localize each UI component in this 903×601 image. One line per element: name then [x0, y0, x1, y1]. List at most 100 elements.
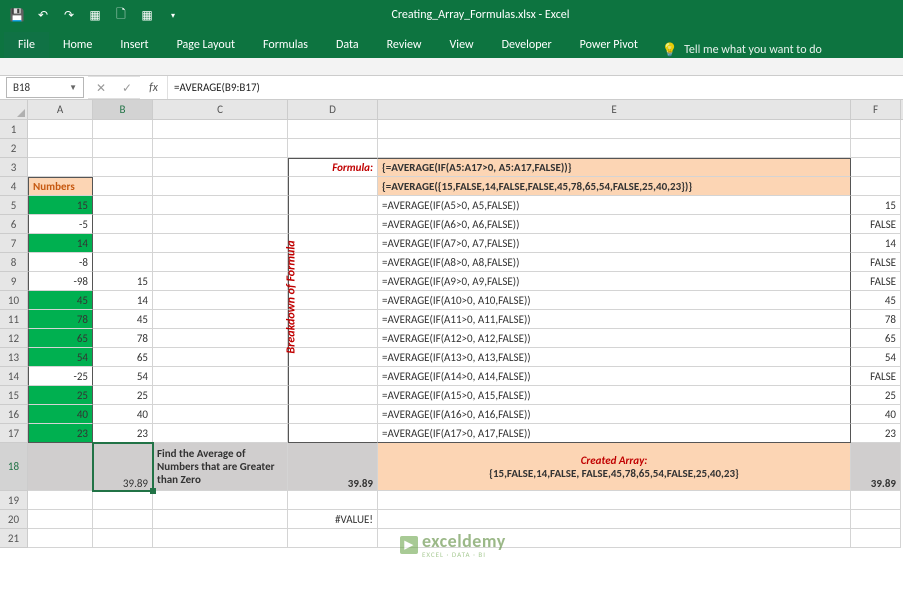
- row-header[interactable]: 10: [0, 291, 28, 310]
- cell[interactable]: [378, 510, 851, 529]
- tab-page-layout[interactable]: Page Layout: [163, 32, 249, 58]
- cell[interactable]: [93, 177, 153, 196]
- cell[interactable]: [378, 491, 851, 510]
- tab-file[interactable]: File: [4, 32, 49, 58]
- cell[interactable]: 39.89: [851, 443, 901, 491]
- row-header[interactable]: 11: [0, 310, 28, 329]
- row-header[interactable]: 8: [0, 253, 28, 272]
- cell[interactable]: 65: [851, 329, 901, 348]
- undo-icon[interactable]: ↶: [32, 4, 54, 26]
- cell[interactable]: [153, 405, 288, 424]
- cell[interactable]: [28, 120, 93, 139]
- cell[interactable]: [288, 139, 378, 158]
- cell[interactable]: =AVERAGE(IF(A8>0, A8,FALSE)): [378, 253, 851, 272]
- tab-insert[interactable]: Insert: [106, 32, 162, 58]
- cell[interactable]: 14: [851, 234, 901, 253]
- cell[interactable]: =AVERAGE(IF(A7>0, A7,FALSE)): [378, 234, 851, 253]
- cell[interactable]: [93, 215, 153, 234]
- cell[interactable]: [153, 329, 288, 348]
- cell[interactable]: [851, 529, 901, 548]
- cell[interactable]: [288, 386, 378, 405]
- redo-icon[interactable]: ↷: [58, 4, 80, 26]
- cell[interactable]: [851, 510, 901, 529]
- cell[interactable]: [153, 196, 288, 215]
- cell[interactable]: [153, 253, 288, 272]
- cell[interactable]: =AVERAGE(IF(A15>0, A15,FALSE)): [378, 386, 851, 405]
- cell[interactable]: [153, 348, 288, 367]
- cell[interactable]: 15: [851, 196, 901, 215]
- row-header[interactable]: 5: [0, 196, 28, 215]
- tab-power-pivot[interactable]: Power Pivot: [566, 32, 652, 58]
- col-header[interactable]: F: [851, 100, 901, 119]
- cell[interactable]: 45: [851, 291, 901, 310]
- cell[interactable]: 78: [93, 329, 153, 348]
- formula-input[interactable]: =AVERAGE(B9:B17): [168, 76, 903, 99]
- cell[interactable]: 14: [93, 291, 153, 310]
- cell[interactable]: FALSE: [851, 215, 901, 234]
- row-header[interactable]: 6: [0, 215, 28, 234]
- cell[interactable]: [93, 253, 153, 272]
- cell[interactable]: [288, 291, 378, 310]
- cell-formula-label[interactable]: Formula:: [288, 158, 378, 177]
- cell[interactable]: 65: [93, 348, 153, 367]
- col-header[interactable]: B: [93, 100, 153, 119]
- chevron-down-icon[interactable]: ▼: [69, 83, 77, 92]
- row-header[interactable]: 4: [0, 177, 28, 196]
- worksheet-grid[interactable]: A B C D E F 1 2 3Formula:{=AVERAGE(IF(A5…: [0, 100, 903, 548]
- cell-formula-text[interactable]: {=AVERAGE(IF(A5:A17>0, A5:A17,FALSE))}: [378, 158, 851, 177]
- cell[interactable]: [93, 120, 153, 139]
- col-header[interactable]: D: [288, 100, 378, 119]
- cell[interactable]: [288, 253, 378, 272]
- cell[interactable]: 40: [93, 405, 153, 424]
- save-icon[interactable]: 💾: [6, 4, 28, 26]
- qat-dropdown-icon[interactable]: ▾: [162, 4, 184, 26]
- cell[interactable]: [851, 139, 901, 158]
- cell[interactable]: [378, 529, 851, 548]
- cell[interactable]: [288, 196, 378, 215]
- cell[interactable]: [153, 529, 288, 548]
- cancel-icon[interactable]: ✕: [88, 81, 114, 95]
- cell[interactable]: [93, 139, 153, 158]
- cell[interactable]: =AVERAGE(IF(A11>0, A11,FALSE)): [378, 310, 851, 329]
- row-header[interactable]: 12: [0, 329, 28, 348]
- row-header[interactable]: 15: [0, 386, 28, 405]
- cell[interactable]: [288, 120, 378, 139]
- qat-button[interactable]: ▦: [136, 4, 158, 26]
- cell[interactable]: 45: [28, 291, 93, 310]
- row-header[interactable]: 17: [0, 424, 28, 443]
- col-header[interactable]: C: [153, 100, 288, 119]
- cell[interactable]: [288, 424, 378, 443]
- cell[interactable]: [288, 177, 378, 196]
- cell-created-array[interactable]: Created Array: {15,FALSE,14,FALSE, FALSE…: [378, 443, 851, 491]
- select-all-corner[interactable]: [0, 100, 28, 119]
- cell[interactable]: 15: [28, 196, 93, 215]
- cell[interactable]: [28, 529, 93, 548]
- cell[interactable]: [288, 215, 378, 234]
- cell[interactable]: [153, 310, 288, 329]
- tab-view[interactable]: View: [436, 32, 488, 58]
- cell-error[interactable]: #VALUE!: [288, 510, 378, 529]
- cell[interactable]: [378, 139, 851, 158]
- cell[interactable]: =AVERAGE(IF(A16>0, A16,FALSE)): [378, 405, 851, 424]
- cell[interactable]: [288, 491, 378, 510]
- row-header[interactable]: 1: [0, 120, 28, 139]
- row-header[interactable]: 18: [0, 443, 28, 491]
- row-header[interactable]: 20: [0, 510, 28, 529]
- cell[interactable]: 14: [28, 234, 93, 253]
- cell[interactable]: 23: [93, 424, 153, 443]
- cell[interactable]: 23: [28, 424, 93, 443]
- cell[interactable]: FALSE: [851, 253, 901, 272]
- cell[interactable]: [153, 291, 288, 310]
- cell[interactable]: [93, 491, 153, 510]
- cell[interactable]: [153, 367, 288, 386]
- cell-active[interactable]: 39.89: [93, 443, 153, 491]
- tab-formulas[interactable]: Formulas: [249, 32, 322, 58]
- cell-description[interactable]: Find the Average of Numbers that are Gre…: [153, 443, 288, 491]
- cell[interactable]: =AVERAGE(IF(A10>0, A10,FALSE)): [378, 291, 851, 310]
- cell[interactable]: 54: [28, 348, 93, 367]
- cell[interactable]: [28, 491, 93, 510]
- cell-numbers-header[interactable]: Numbers: [28, 177, 93, 196]
- cell[interactable]: [153, 120, 288, 139]
- cell[interactable]: 78: [851, 310, 901, 329]
- row-header[interactable]: 21: [0, 529, 28, 548]
